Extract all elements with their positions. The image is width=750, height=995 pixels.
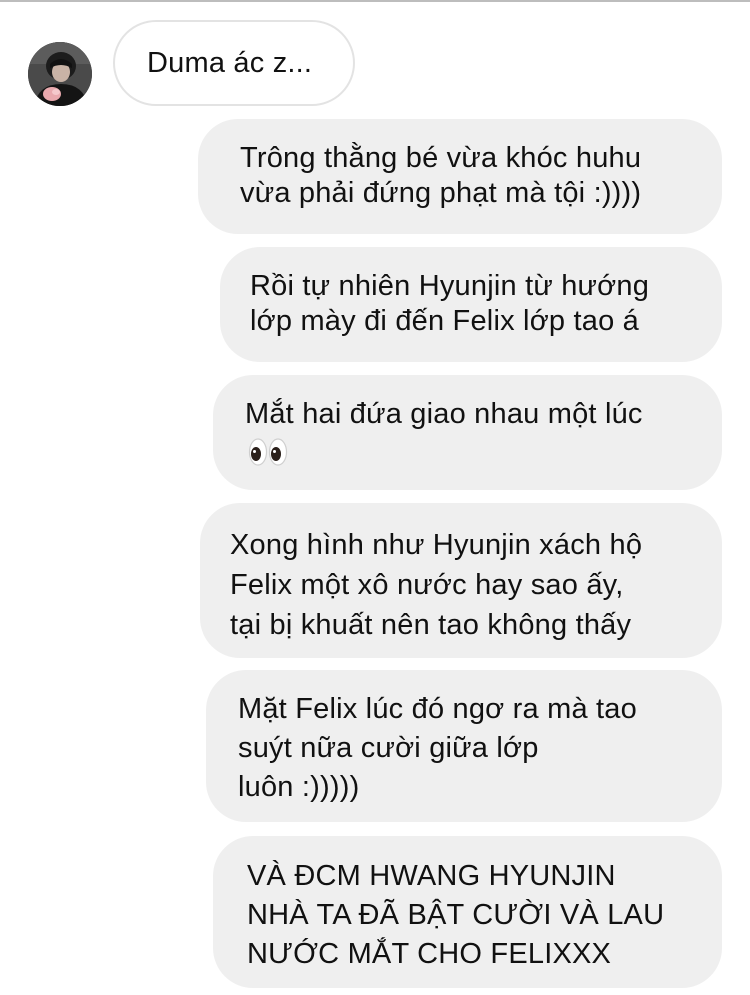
received-message[interactable]: Duma ác z... [113,20,355,106]
message-text: Mắt hai đứa giao nhau một lúc [245,398,643,430]
sent-message[interactable]: Rồi tự nhiên Hyunjin từ hướng lớp mày đi… [220,247,722,362]
sent-message[interactable]: Xong hình như Hyunjin xách hộ Felix một … [200,503,722,658]
eyes-emoji-icon [248,438,288,466]
received-message-text: Duma ác z... [147,47,313,79]
sent-message[interactable]: Trông thằng bé vừa khóc huhu vừa phải đứ… [198,119,722,234]
message-text: Xong hình như Hyunjin xách hộ Felix một … [230,529,643,641]
sent-message[interactable]: Mắt hai đứa giao nhau một lúc [213,375,722,490]
sent-message[interactable]: Mặt Felix lúc đó ngơ ra mà tao suýt nữa … [206,670,722,822]
sent-message[interactable]: VÀ ĐCM HWANG HYUNJIN NHÀ TA ĐÃ BẬT CƯỜI … [213,836,722,988]
avatar[interactable] [28,42,92,106]
message-text: Trông thằng bé vừa khóc huhu vừa phải đứ… [240,142,642,209]
message-text: Mặt Felix lúc đó ngơ ra mà tao suýt nữa … [238,693,637,803]
top-divider [0,0,750,2]
message-text: Rồi tự nhiên Hyunjin từ hướng lớp mày đi… [250,270,650,337]
message-text: VÀ ĐCM HWANG HYUNJIN NHÀ TA ĐÃ BẬT CƯỜI … [247,860,665,970]
